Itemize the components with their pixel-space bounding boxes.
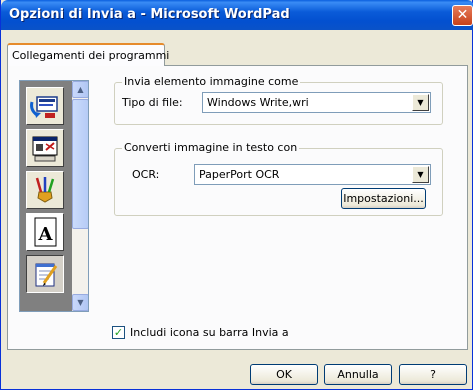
ocr-label: OCR: <box>132 168 160 181</box>
settings-button[interactable]: Impostazioni... <box>341 188 426 209</box>
tab-label: Collegamenti dei programmi <box>12 49 170 62</box>
dropdown-arrow-icon[interactable]: ▼ <box>412 166 429 183</box>
ocr-group-title: Converti immagine in testo con <box>122 141 300 154</box>
scanner-window-icon <box>32 136 58 162</box>
ok-button[interactable]: OK <box>250 364 318 385</box>
notepad-pen-icon <box>35 263 58 287</box>
text-A-icon: A <box>34 217 57 247</box>
scroll-thumb[interactable] <box>72 99 88 229</box>
send-arrows-icon <box>30 96 58 118</box>
program-item-wordpad[interactable] <box>26 255 64 293</box>
ocr-dropdown[interactable]: PaperPort OCR ▼ <box>194 164 431 185</box>
include-icon-checkbox[interactable]: ✓ <box>112 326 125 339</box>
svg-text:A: A <box>38 224 54 245</box>
scroll-up-button[interactable]: ▲ <box>72 81 88 98</box>
ocr-value: PaperPort OCR <box>199 168 280 181</box>
include-icon-label[interactable]: Includi icona su barra Invia a <box>130 326 289 339</box>
icon-strip: A <box>20 81 72 311</box>
file-type-label: Tipo di file: <box>122 96 183 109</box>
program-item-paint[interactable] <box>26 171 64 209</box>
tab-collegamenti[interactable]: Collegamenti dei programmi <box>7 43 169 66</box>
program-item-text[interactable]: A <box>26 213 64 251</box>
program-icon-list: A ▲ ▼ <box>19 80 89 312</box>
dropdown-arrow-icon[interactable]: ▼ <box>412 94 429 111</box>
close-button[interactable]: ✕ <box>452 5 473 26</box>
program-item-send[interactable] <box>26 87 64 125</box>
image-group-title: Invia elemento immagine come <box>122 75 301 88</box>
paintbrushes-icon <box>35 177 55 203</box>
cancel-button[interactable]: Annulla <box>324 364 392 385</box>
dialog-window: Opzioni di Invia a - Microsoft WordPad ✕… <box>0 0 473 390</box>
help-button[interactable]: ? <box>399 364 467 385</box>
icon-list-scrollbar[interactable]: ▲ ▼ <box>72 81 88 311</box>
window-title: Opzioni di Invia a - Microsoft WordPad <box>9 7 290 22</box>
program-item-scanner[interactable] <box>26 129 64 167</box>
title-bar[interactable]: Opzioni di Invia a - Microsoft WordPad ✕ <box>1 0 473 30</box>
file-type-dropdown[interactable]: Windows Write,wri ▼ <box>202 92 431 113</box>
file-type-value: Windows Write,wri <box>207 96 309 109</box>
scroll-down-button[interactable]: ▼ <box>72 294 88 311</box>
